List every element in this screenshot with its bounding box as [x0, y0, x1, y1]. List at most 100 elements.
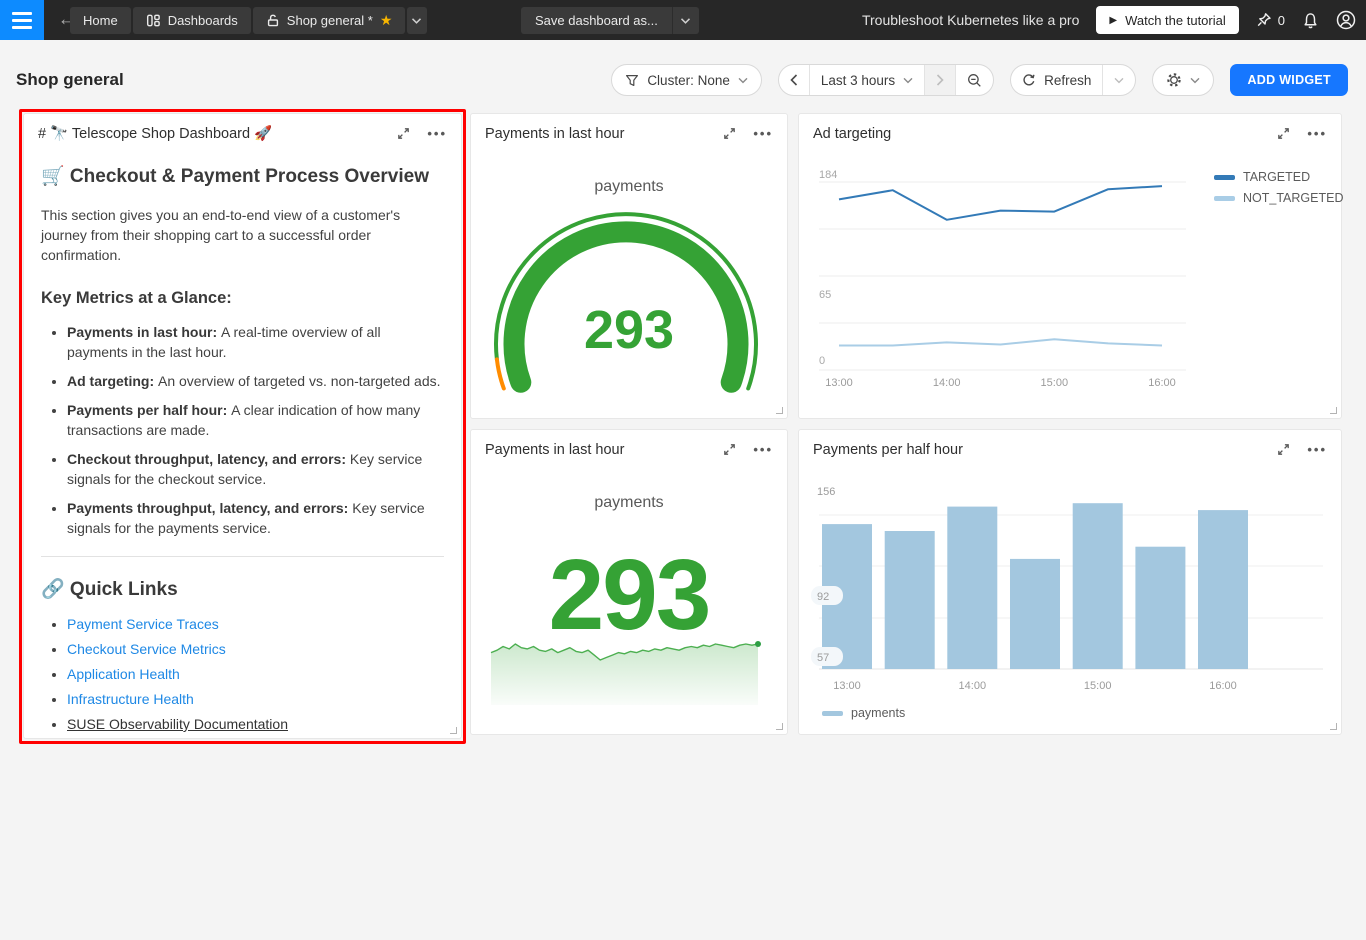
svg-text:16:00: 16:00 — [1148, 377, 1176, 389]
pin-count: 0 — [1278, 13, 1285, 28]
unlock-icon — [266, 13, 280, 28]
legend-swatch — [1214, 196, 1235, 201]
toolbar: Cluster: None Last 3 hours — [611, 64, 1348, 96]
markdown-heading: 🛒 Checkout & Payment Process Overview — [41, 164, 444, 188]
refresh-icon — [1022, 73, 1036, 87]
metric-item: Checkout throughput, latency, and errors… — [67, 449, 444, 489]
legend-item-targeted[interactable]: TARGETED — [1214, 170, 1343, 184]
svg-text:15:00: 15:00 — [1084, 680, 1112, 692]
save-dashboard-as-label: Save dashboard as... — [535, 13, 658, 28]
favorite-star-icon[interactable]: ★ — [380, 12, 393, 29]
cluster-filter-label: Cluster: None — [647, 73, 730, 88]
promo-text: Troubleshoot Kubernetes like a pro — [862, 12, 1079, 28]
metrics-heading: Key Metrics at a Glance: — [41, 289, 444, 308]
metric-item: Payments throughput, latency, and errors… — [67, 498, 444, 538]
svg-text:14:00: 14:00 — [933, 377, 961, 389]
resize-handle[interactable] — [1330, 407, 1337, 414]
notifications-bell-icon[interactable] — [1302, 12, 1319, 29]
gauge-chart[interactable] — [471, 114, 789, 420]
tab-home-label: Home — [83, 13, 118, 28]
expand-icon[interactable] — [396, 126, 411, 141]
tab-shop-general-label: Shop general * — [287, 13, 373, 28]
quick-link[interactable]: Infrastructure Health — [67, 691, 194, 707]
funnel-icon — [625, 74, 639, 87]
time-forward-button[interactable] — [925, 65, 956, 95]
dashboards-icon — [146, 13, 161, 28]
widget-ad-targeting: Ad targeting ••• 18465013:0014:0015:0016… — [798, 113, 1342, 419]
time-range-button[interactable]: Last 3 hours — [810, 65, 925, 95]
metric-item: Payments per half hour: A clear indicati… — [67, 400, 444, 440]
refresh-button[interactable]: Refresh — [1011, 65, 1103, 95]
pin-icon — [1256, 12, 1272, 28]
widget-payments-number: Payments in last hour ••• payments 293 — [470, 429, 788, 735]
tab-options-chevron[interactable] — [407, 7, 427, 34]
legend-swatch — [822, 711, 843, 716]
chevron-down-icon — [1190, 77, 1200, 84]
refresh-options-chevron[interactable] — [1103, 65, 1135, 95]
quick-link-item: SUSE Observability Documentation — [67, 716, 444, 732]
svg-text:13:00: 13:00 — [833, 680, 861, 692]
resize-handle[interactable] — [450, 727, 457, 734]
svg-text:156: 156 — [817, 486, 835, 498]
ad-targeting-chart[interactable]: 18465013:0014:0015:0016:00 — [799, 114, 1343, 420]
legend-item-not_targeted[interactable]: NOT_TARGETED — [1214, 191, 1343, 205]
user-avatar[interactable] — [1336, 10, 1356, 30]
zoom-out-icon — [967, 73, 982, 88]
quick-link[interactable]: Application Health — [67, 666, 180, 682]
time-range-group: Last 3 hours — [778, 64, 994, 96]
divider — [41, 556, 444, 557]
resize-handle[interactable] — [776, 723, 783, 730]
svg-text:0: 0 — [819, 355, 825, 367]
top-navbar: ← Home Dashboards Shop general * — [0, 0, 1366, 40]
chevron-down-icon — [1114, 77, 1124, 84]
svg-text:57: 57 — [817, 652, 829, 664]
quick-links-list: Payment Service Traces Checkout Service M… — [67, 616, 444, 732]
metric-item: Payments in last hour: A real-time overv… — [67, 322, 444, 362]
metric-item: Ad targeting: An overview of targeted vs… — [67, 371, 444, 391]
time-back-button[interactable] — [779, 65, 810, 95]
quick-link[interactable]: Checkout Service Metrics — [67, 641, 226, 657]
gauge-value: 293 — [471, 299, 787, 361]
refresh-group: Refresh — [1010, 64, 1136, 96]
svg-text:13:00: 13:00 — [825, 377, 853, 389]
svg-text:16:00: 16:00 — [1209, 680, 1237, 692]
tab-dashboards[interactable]: Dashboards — [133, 7, 251, 34]
cluster-filter-button[interactable]: Cluster: None — [611, 64, 762, 96]
zoom-out-button[interactable] — [956, 65, 993, 95]
legend-label: TARGETED — [1243, 170, 1310, 184]
gear-icon — [1166, 72, 1182, 88]
legend-swatch — [1214, 175, 1235, 180]
page-title: Shop general — [16, 70, 124, 90]
refresh-label: Refresh — [1044, 73, 1091, 88]
tab-shop-general[interactable]: Shop general * ★ — [253, 7, 406, 34]
more-options-icon[interactable]: ••• — [427, 129, 447, 139]
save-dashboard-chevron[interactable] — [673, 7, 699, 34]
watch-tutorial-button[interactable]: ▶ Watch the tutorial — [1096, 6, 1238, 34]
hamburger-menu-icon[interactable] — [0, 0, 44, 40]
resize-handle[interactable] — [776, 407, 783, 414]
legend-item-payments[interactable]: payments — [822, 706, 905, 720]
tab-home[interactable]: Home — [70, 7, 131, 34]
resize-handle[interactable] — [1330, 723, 1337, 730]
quick-links-heading: 🔗 Quick Links — [41, 577, 444, 601]
svg-text:15:00: 15:00 — [1041, 377, 1069, 389]
widget-title: # 🔭 Telescope Shop Dashboard 🚀 — [38, 126, 272, 142]
add-widget-button[interactable]: ADD WIDGET — [1230, 64, 1348, 96]
settings-button[interactable] — [1152, 64, 1214, 96]
payments-bar-chart[interactable]: 156925713:0014:0015:0016:00 — [799, 430, 1343, 736]
legend-label: NOT_TARGETED — [1243, 191, 1343, 205]
svg-text:184: 184 — [819, 169, 837, 181]
play-icon: ▶ — [1109, 15, 1117, 26]
payments-sparkline[interactable] — [471, 430, 789, 736]
legend-label: payments — [851, 706, 905, 720]
widget-payments-per-half-hour: Payments per half hour ••• 156925713:001… — [798, 429, 1342, 735]
quick-link[interactable]: SUSE Observability Documentation — [67, 716, 288, 732]
save-dashboard-as-button[interactable]: Save dashboard as... — [521, 7, 673, 34]
markdown-body: 🛒 Checkout & Payment Process Overview Th… — [41, 156, 444, 741]
ad-legend: TARGETED NOT_TARGETED — [1214, 170, 1343, 205]
quick-link[interactable]: Payment Service Traces — [67, 616, 219, 632]
navbar-right: Troubleshoot Kubernetes like a pro ▶ Wat… — [862, 0, 1356, 40]
pinned-items-button[interactable]: 0 — [1256, 12, 1285, 28]
quick-link-item: Payment Service Traces — [67, 616, 444, 632]
chevron-right-icon — [936, 74, 944, 86]
